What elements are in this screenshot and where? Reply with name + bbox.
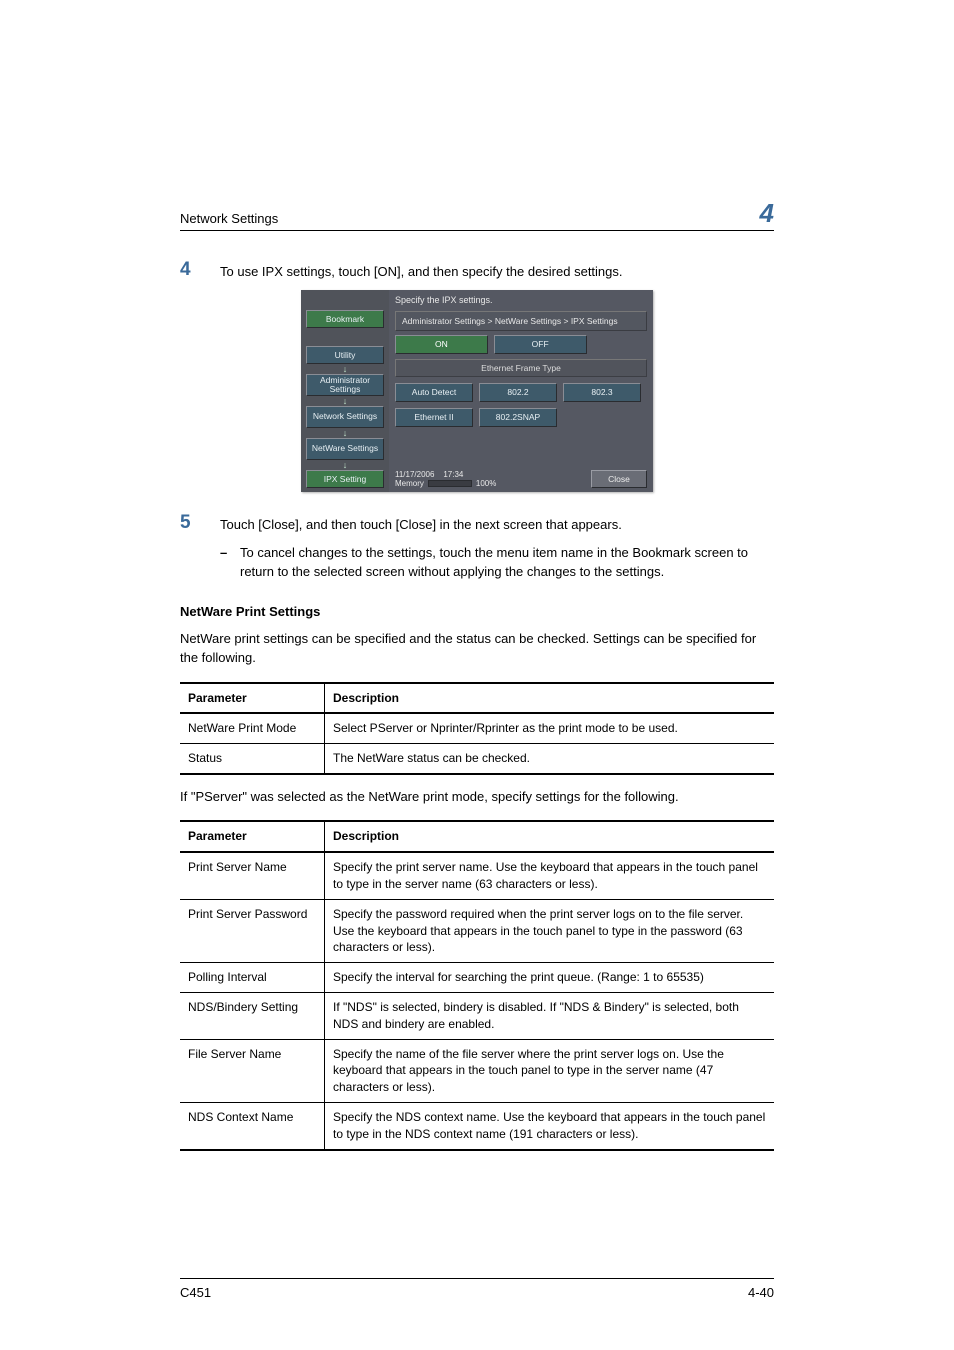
network-settings-nav[interactable]: Network Settings (306, 406, 384, 428)
netware-settings-nav[interactable]: NetWare Settings (306, 438, 384, 460)
option-802-2[interactable]: 802.2 (479, 383, 557, 402)
on-button[interactable]: ON (395, 335, 488, 354)
memory-percent: 100% (476, 479, 496, 488)
admin-settings-nav[interactable]: Administrator Settings (306, 374, 384, 396)
desc-cell: Specify the print server name. Use the k… (325, 852, 775, 899)
ethernet-frame-type-label: Ethernet Frame Type (395, 359, 647, 377)
memory-label: Memory (395, 479, 424, 488)
memory-meter (428, 480, 472, 487)
arrow-down-icon: ↓ (306, 364, 384, 374)
pserver-intro: If "PServer" was selected as the NetWare… (180, 787, 774, 807)
desc-cell: If "NDS" is selected, bindery is disable… (325, 993, 775, 1040)
step-text: Touch [Close], and then touch [Close] in… (220, 512, 774, 535)
bookmark-button[interactable]: Bookmark (306, 310, 384, 328)
frame-type-row-1: Auto Detect 802.2 802.3 (395, 383, 647, 402)
status-block: 11/17/2006 17:34 Memory 100% (395, 470, 496, 488)
panel-bottom-bar: 11/17/2006 17:34 Memory 100% Close (395, 470, 647, 488)
page-footer: C451 4-40 (180, 1278, 774, 1300)
step-number: 5 (180, 512, 220, 535)
desc-cell: The NetWare status can be checked. (325, 744, 775, 774)
panel-date: 11/17/2006 (395, 470, 434, 479)
arrow-down-icon: ↓ (306, 460, 384, 470)
param-cell: Print Server Password (180, 899, 325, 962)
pserver-settings-table: Parameter Description Print Server Name … (180, 820, 774, 1150)
header-title: Network Settings (180, 211, 278, 226)
col-parameter: Parameter (180, 683, 325, 714)
table-row: Status The NetWare status can be checked… (180, 744, 774, 774)
desc-cell: Specify the interval for searching the p… (325, 963, 775, 993)
section-intro: NetWare print settings can be specified … (180, 629, 774, 668)
footer-right: 4-40 (748, 1285, 774, 1300)
on-off-row: ON OFF (395, 335, 647, 354)
step-number: 4 (180, 259, 220, 282)
auto-detect-option[interactable]: Auto Detect (395, 383, 473, 402)
col-parameter: Parameter (180, 821, 325, 852)
option-802-2snap[interactable]: 802.2SNAP (479, 408, 557, 427)
table-row: Print Server Name Specify the print serv… (180, 852, 774, 899)
option-ethernet-ii[interactable]: Ethernet II (395, 408, 473, 427)
desc-cell: Select PServer or Nprinter/Rprinter as t… (325, 713, 775, 743)
table-row: NetWare Print Mode Select PServer or Npr… (180, 713, 774, 743)
panel-instruction: Specify the IPX settings. (395, 295, 647, 305)
frame-type-row-2: Ethernet II 802.2SNAP (395, 408, 647, 427)
chapter-number: 4 (760, 200, 774, 226)
param-cell: Polling Interval (180, 963, 325, 993)
touch-panel-screenshot: Bookmark Utility ↓ Administrator Setting… (301, 290, 653, 492)
param-cell: NetWare Print Mode (180, 713, 325, 743)
desc-cell: Specify the name of the file server wher… (325, 1039, 775, 1102)
col-description: Description (325, 821, 775, 852)
param-cell: Print Server Name (180, 852, 325, 899)
table-row: Print Server Password Specify the passwo… (180, 899, 774, 962)
col-description: Description (325, 683, 775, 714)
arrow-down-icon: ↓ (306, 428, 384, 438)
param-cell: NDS Context Name (180, 1103, 325, 1150)
table-row: NDS/Bindery Setting If "NDS" is selected… (180, 993, 774, 1040)
arrow-down-icon: ↓ (306, 396, 384, 406)
dash-icon: – (220, 543, 240, 582)
netware-print-settings-heading: NetWare Print Settings (180, 604, 774, 619)
close-button[interactable]: Close (591, 470, 647, 488)
step-5-sub: – To cancel changes to the settings, tou… (220, 543, 774, 582)
table-row: File Server Name Specify the name of the… (180, 1039, 774, 1102)
step-4: 4 To use IPX settings, touch [ON], and t… (180, 259, 774, 282)
page-header: Network Settings 4 (180, 200, 774, 231)
step-text: To use IPX settings, touch [ON], and the… (220, 259, 774, 282)
desc-cell: Specify the NDS context name. Use the ke… (325, 1103, 775, 1150)
table-row: NDS Context Name Specify the NDS context… (180, 1103, 774, 1150)
sub-text: To cancel changes to the settings, touch… (240, 543, 774, 582)
off-button[interactable]: OFF (494, 335, 587, 354)
table-row: Polling Interval Specify the interval fo… (180, 963, 774, 993)
param-cell: Status (180, 744, 325, 774)
panel-main: Specify the IPX settings. Administrator … (389, 290, 653, 492)
param-cell: NDS/Bindery Setting (180, 993, 325, 1040)
panel-left-nav: Bookmark Utility ↓ Administrator Setting… (301, 290, 389, 492)
param-cell: File Server Name (180, 1039, 325, 1102)
step-5: 5 Touch [Close], and then touch [Close] … (180, 512, 774, 535)
breadcrumb: Administrator Settings > NetWare Setting… (395, 311, 647, 331)
desc-cell: Specify the password required when the p… (325, 899, 775, 962)
ipx-setting-nav[interactable]: IPX Setting (306, 470, 384, 488)
footer-left: C451 (180, 1285, 211, 1300)
option-802-3[interactable]: 802.3 (563, 383, 641, 402)
utility-nav[interactable]: Utility (306, 346, 384, 364)
panel-time: 17:34 (443, 470, 463, 479)
netware-print-mode-table: Parameter Description NetWare Print Mode… (180, 682, 774, 775)
